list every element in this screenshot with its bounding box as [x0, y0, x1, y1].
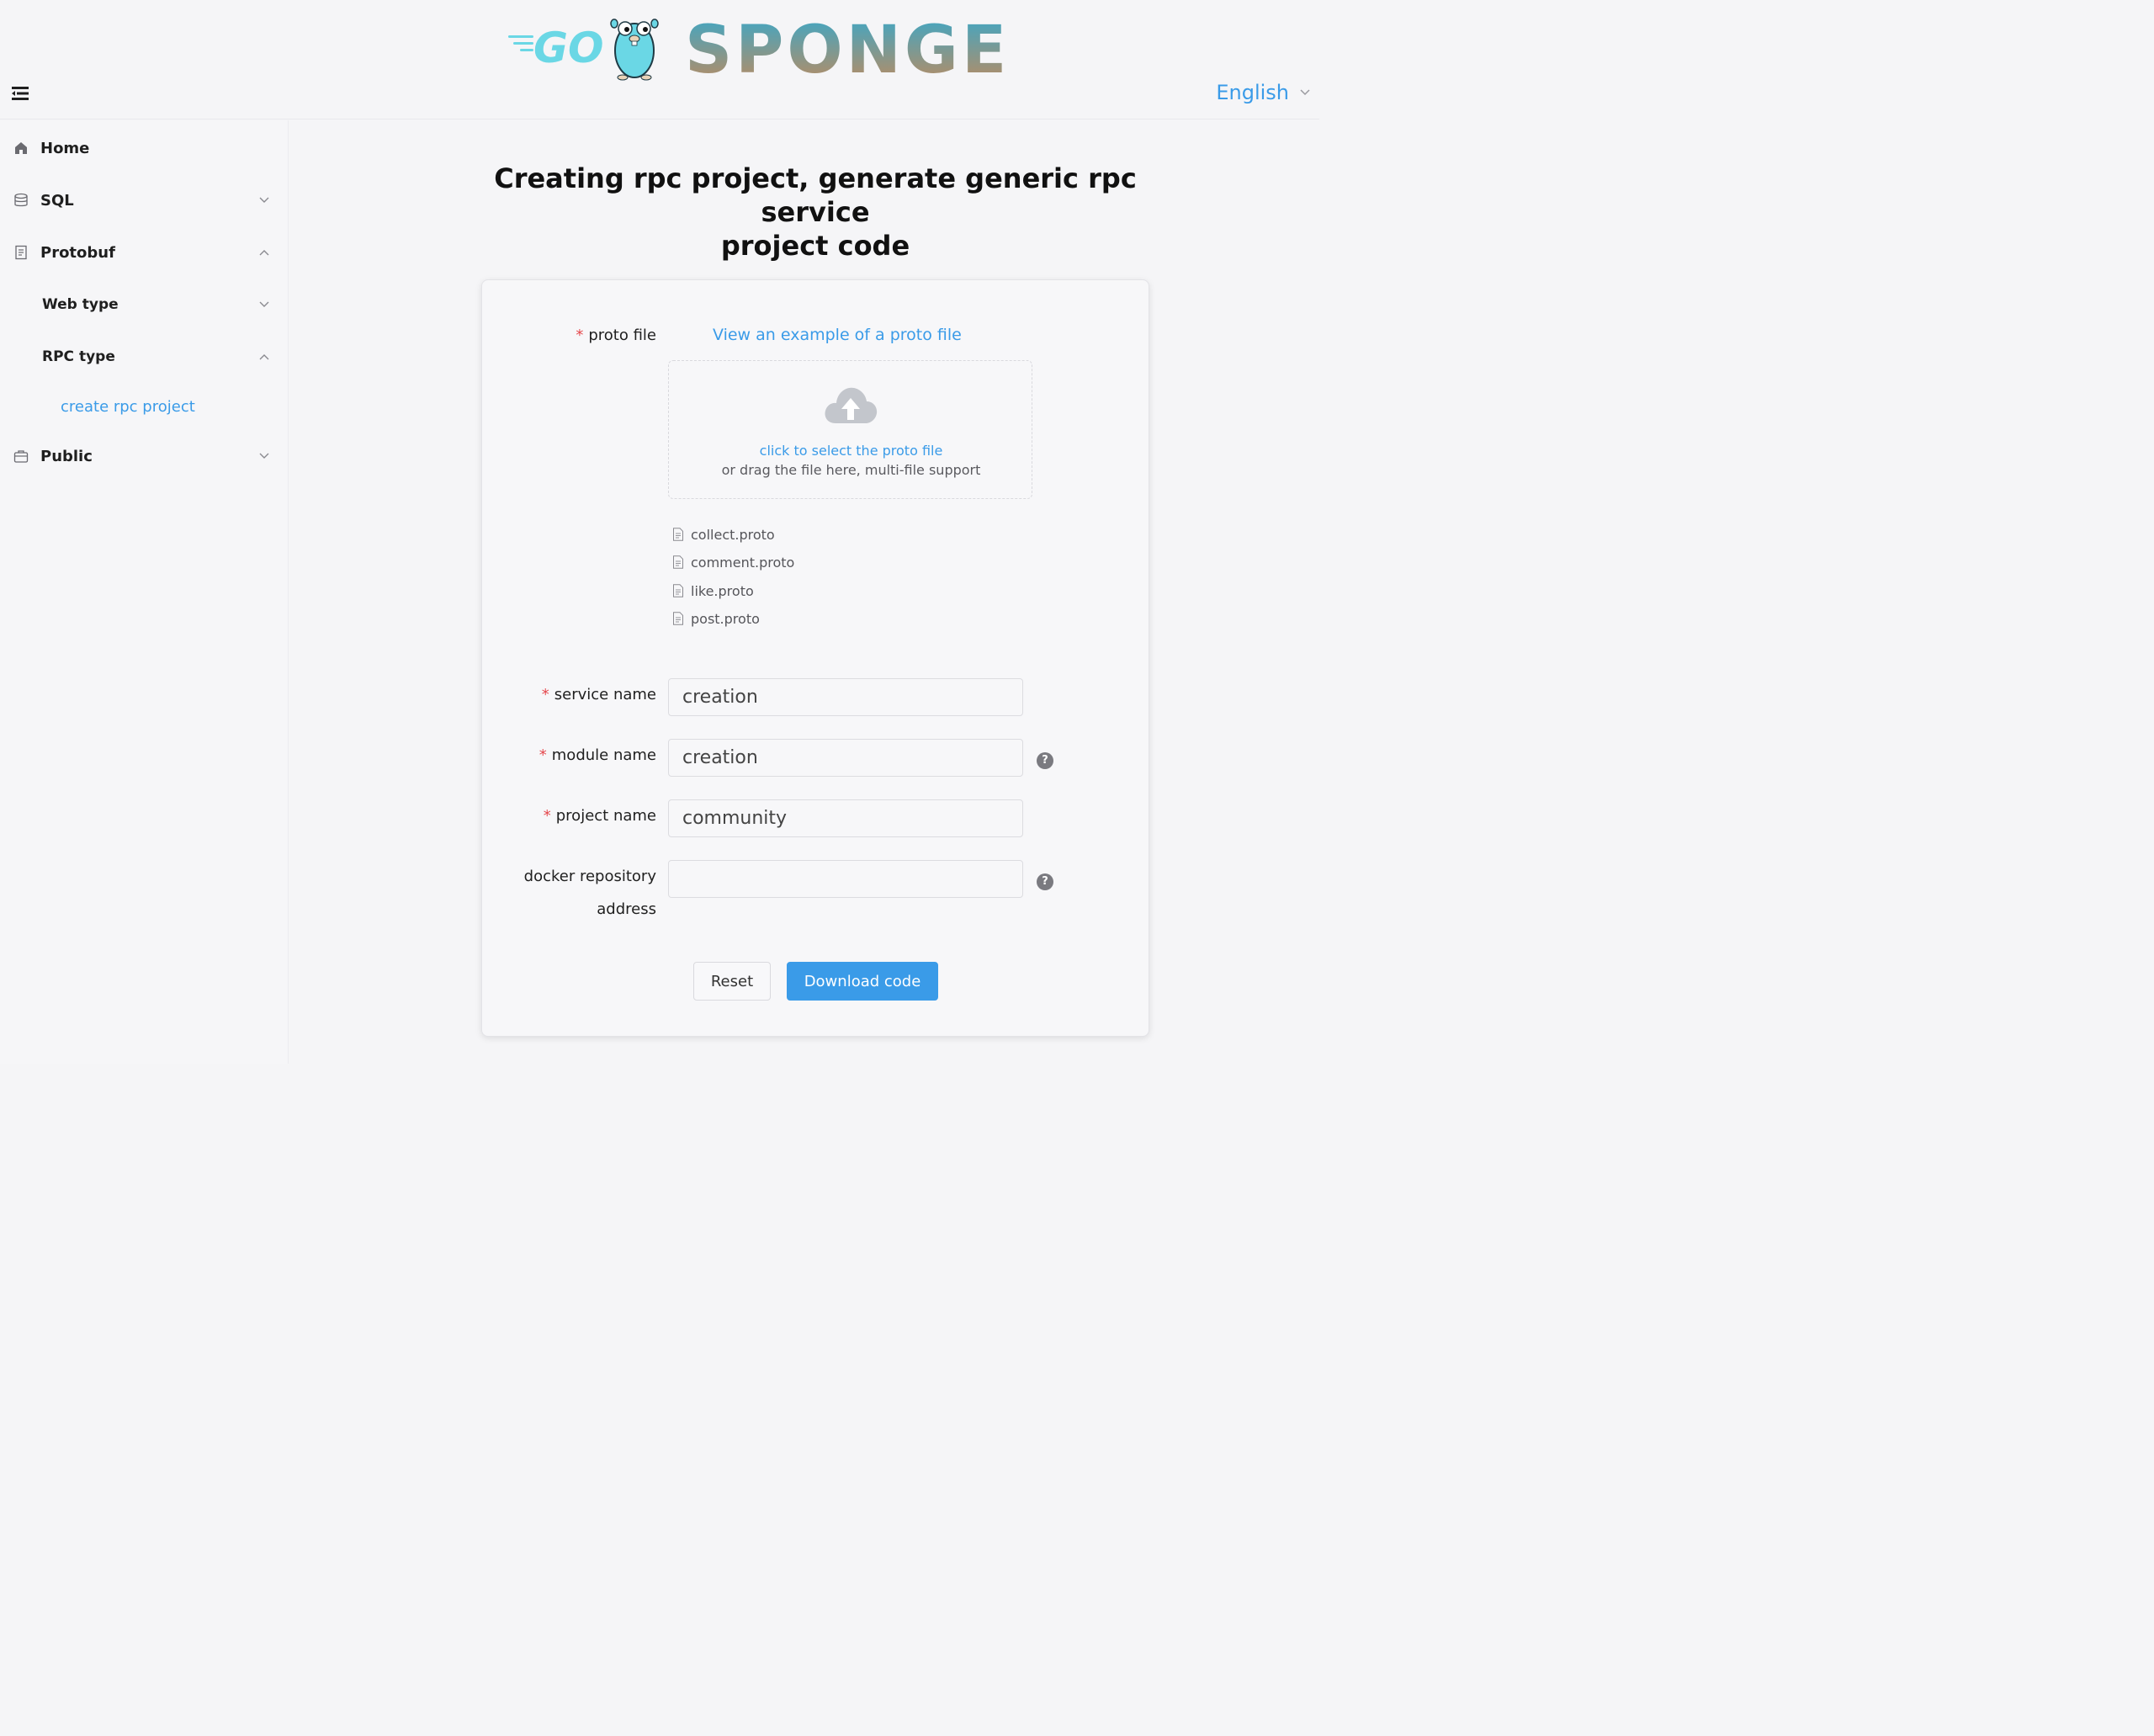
upload-sub-text: or drag the file here, multi-file suppor… [721, 462, 981, 478]
required-marker: * [541, 686, 549, 703]
project-name-label-text: project name [555, 807, 656, 825]
upload-hint-text: click to select the proto file [759, 443, 943, 459]
chevron-down-icon [1300, 89, 1310, 96]
chevron-down-icon [259, 197, 269, 203]
file-icon [673, 528, 683, 541]
sidebar-item-home[interactable]: Home [0, 127, 289, 169]
page-title: Creating rpc project, generate generic r… [471, 162, 1159, 263]
module-name-label: * module name [438, 746, 656, 764]
proto-file-label: * proto file [438, 326, 656, 344]
chevron-down-icon [259, 453, 269, 459]
module-name-input[interactable] [668, 739, 1023, 777]
uploaded-file-item[interactable]: post.proto [672, 608, 760, 629]
service-name-label: * service name [438, 686, 656, 703]
uploaded-file-item[interactable]: comment.proto [672, 552, 794, 572]
project-form-card: * proto file View an example of a proto f… [481, 279, 1149, 1037]
module-name-label-text: module name [551, 746, 656, 764]
uploaded-file-item[interactable]: like.proto [672, 581, 754, 601]
reset-button[interactable]: Reset [693, 962, 771, 1001]
file-name: collect.proto [691, 526, 775, 543]
uploaded-file-item[interactable]: collect.proto [672, 524, 775, 544]
cloud-upload-icon [825, 387, 878, 423]
file-name: comment.proto [691, 554, 795, 571]
proto-example-link[interactable]: View an example of a proto file [713, 326, 962, 344]
sidebar-item-label: Web type [42, 296, 119, 313]
required-marker: * [543, 807, 551, 825]
docker-repo-label-line1: docker repository [523, 868, 656, 885]
sidebar: Home SQL Protobuf Web type RPC type crea… [0, 120, 289, 1064]
briefcase-icon [13, 450, 29, 463]
docker-repo-label-line2: address [597, 900, 656, 918]
docker-repo-input[interactable] [668, 860, 1023, 898]
sidebar-item-web-type[interactable]: Web type [0, 284, 289, 326]
module-help-icon[interactable]: ? [1037, 752, 1053, 769]
file-icon [673, 612, 683, 625]
gopher-icon [610, 19, 659, 81]
proto-file-label-text: proto file [588, 326, 656, 344]
sidebar-item-label: create rpc project [61, 397, 195, 416]
go-logo-text: GO [533, 24, 604, 72]
home-icon [15, 142, 27, 154]
download-code-button[interactable]: Download code [787, 962, 938, 1001]
sidebar-item-label: RPC type [42, 348, 115, 365]
sidebar-item-label: Public [40, 447, 93, 465]
sidebar-item-label: Home [40, 139, 90, 157]
docker-help-icon[interactable]: ? [1037, 873, 1053, 890]
service-name-label-text: service name [554, 686, 656, 703]
chevron-up-icon [259, 354, 269, 360]
sidebar-item-sql[interactable]: SQL [0, 179, 289, 221]
language-label: English [1216, 81, 1289, 104]
language-selector[interactable]: English [1216, 81, 1311, 104]
project-name-label: * project name [438, 807, 656, 825]
file-name: post.proto [691, 610, 760, 627]
sponge-brand-text: SPONGE [685, 13, 1010, 86]
sidebar-item-label: SQL [40, 191, 74, 210]
chevron-up-icon [259, 250, 269, 256]
top-header: GO SPONGE English [0, 0, 1319, 119]
required-marker: * [576, 326, 584, 344]
page-title-line1: Creating rpc project, generate generic r… [494, 162, 1137, 228]
sponge-logo: GO SPONGE [503, 7, 1025, 88]
database-icon [14, 193, 28, 207]
file-icon [673, 555, 683, 569]
sidebar-item-create-rpc-project[interactable]: create rpc project [0, 385, 289, 427]
sidebar-item-protobuf[interactable]: Protobuf [0, 231, 289, 273]
required-marker: * [538, 746, 547, 764]
sidebar-item-label: Protobuf [40, 243, 115, 262]
docker-repo-label: docker repository address [438, 868, 656, 918]
chevron-down-icon [259, 301, 269, 307]
file-icon [673, 584, 683, 597]
project-name-input[interactable] [668, 799, 1023, 837]
document-icon [15, 245, 27, 260]
file-name: like.proto [691, 582, 754, 599]
page-title-line2: project code [720, 230, 910, 262]
menu-toggle-icon[interactable] [10, 84, 32, 103]
sidebar-item-rpc-type[interactable]: RPC type [0, 336, 289, 378]
proto-upload-dropzone[interactable]: click to select the proto file or drag t… [668, 360, 1032, 499]
service-name-input[interactable] [668, 678, 1023, 716]
sidebar-item-public[interactable]: Public [0, 435, 289, 477]
